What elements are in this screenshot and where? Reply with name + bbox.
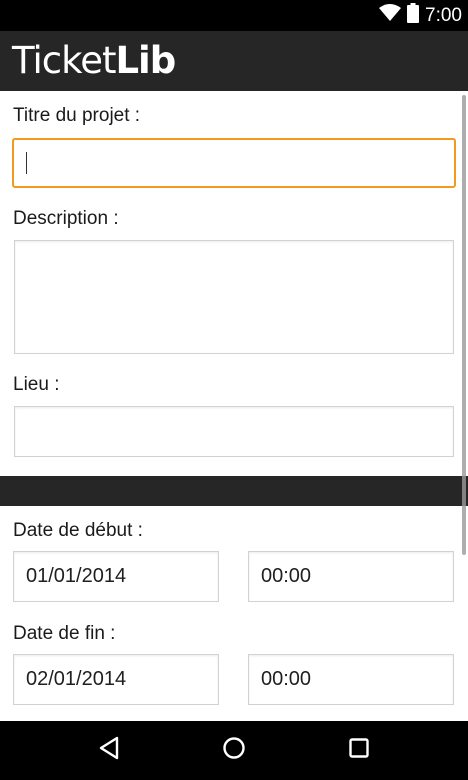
start-date-field[interactable]: 01/01/2014 <box>13 551 219 602</box>
description-label: Description : <box>13 208 119 229</box>
project-title-input[interactable] <box>12 138 456 188</box>
recents-button[interactable] <box>329 726 389 776</box>
status-bar: 7:00 <box>0 0 468 31</box>
battery-icon <box>407 3 420 28</box>
location-input[interactable] <box>14 406 454 457</box>
project-title-label: Titre du projet : <box>13 105 141 126</box>
home-icon <box>222 736 246 765</box>
start-date-label: Date de début : <box>13 520 143 541</box>
end-date-field[interactable]: 02/01/2014 <box>13 654 219 705</box>
end-time-value: 00:00 <box>261 668 312 690</box>
status-time: 7:00 <box>425 4 462 26</box>
recents-icon <box>348 737 370 764</box>
location-label: Lieu : <box>13 374 60 395</box>
app-title-bold: Lib <box>115 39 176 82</box>
start-date-value: 01/01/2014 <box>26 565 127 587</box>
form-content[interactable]: Titre du projet : Description : Lieu : D… <box>0 91 468 721</box>
description-input[interactable] <box>14 240 454 354</box>
start-time-field[interactable]: 00:00 <box>248 551 454 602</box>
end-time-field[interactable]: 00:00 <box>248 654 454 705</box>
vertical-scrollbar[interactable] <box>462 95 466 555</box>
home-button[interactable] <box>204 726 264 776</box>
end-date-value: 02/01/2014 <box>26 668 127 690</box>
back-icon <box>98 736 120 765</box>
navigation-bar <box>0 721 468 780</box>
back-button[interactable] <box>79 726 139 776</box>
section-divider <box>0 476 468 506</box>
wifi-icon <box>379 4 402 27</box>
end-date-label: Date de fin : <box>13 623 116 644</box>
app-title: TicketLib <box>12 39 176 83</box>
app-title-light: Ticket <box>12 39 116 82</box>
text-cursor <box>26 152 27 174</box>
start-time-value: 00:00 <box>261 565 312 587</box>
app-bar: TicketLib <box>0 31 468 91</box>
status-icons: 7:00 <box>379 0 462 31</box>
